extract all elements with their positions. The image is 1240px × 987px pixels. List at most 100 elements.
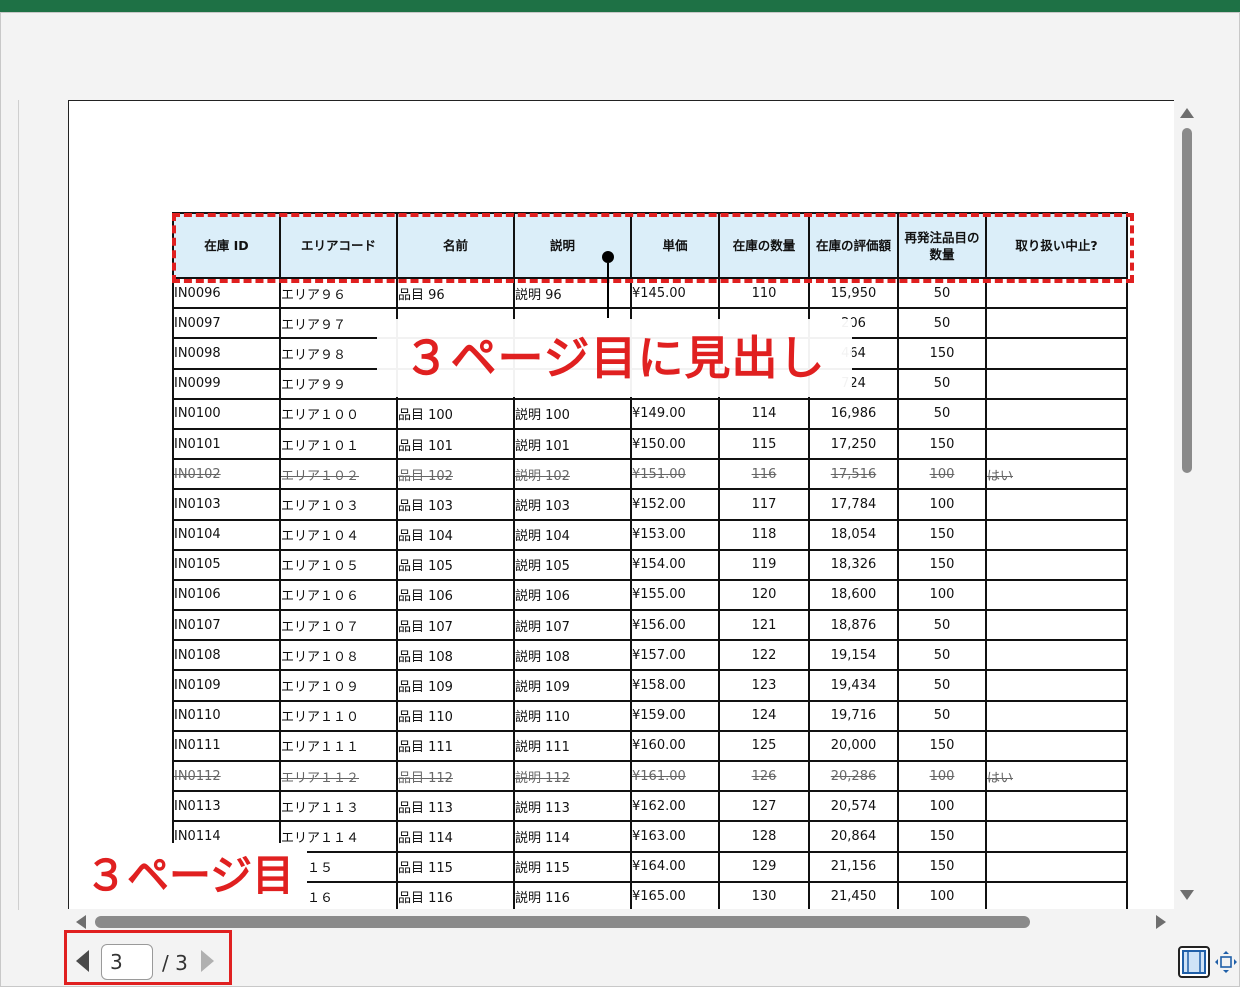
cell-item-name[interactable]: 品目 112 bbox=[396, 761, 515, 793]
cell-inventory-id[interactable]: IN0096 bbox=[172, 278, 281, 310]
horizontal-scroll-thumb[interactable] bbox=[95, 916, 1030, 928]
cell-stock-quantity[interactable]: 117 bbox=[718, 489, 810, 521]
scroll-right-arrow-icon[interactable] bbox=[1156, 915, 1166, 929]
cell-reorder-quantity[interactable]: 50 bbox=[897, 700, 987, 732]
cell-stock-quantity[interactable]: 123 bbox=[718, 670, 810, 702]
cell-reorder-quantity[interactable]: 100 bbox=[897, 791, 987, 823]
cell-stock-quantity[interactable]: 124 bbox=[718, 700, 810, 732]
cell-area-code[interactable]: エリア１０９ bbox=[279, 670, 398, 702]
cell-area-code[interactable]: エリア１０４ bbox=[279, 519, 398, 551]
cell-item-name[interactable]: 品目 113 bbox=[396, 791, 515, 823]
cell-reorder-quantity[interactable]: 150 bbox=[897, 730, 987, 763]
cell-stock-quantity[interactable]: 130 bbox=[718, 881, 810, 909]
cell-reorder-quantity[interactable]: 50 bbox=[897, 670, 987, 702]
cell-reorder-quantity[interactable]: 50 bbox=[897, 278, 987, 310]
cell-reorder-quantity[interactable]: 150 bbox=[897, 428, 987, 461]
cell-stock-quantity[interactable]: 125 bbox=[718, 730, 810, 763]
cell-stock-value[interactable]: 20,864 bbox=[808, 821, 899, 853]
cell-stock-quantity[interactable]: 128 bbox=[718, 821, 810, 853]
cell-item-name[interactable]: 品目 106 bbox=[396, 579, 515, 612]
cell-inventory-id[interactable]: IN0097 bbox=[172, 308, 281, 340]
cell-discontinued[interactable]: はい bbox=[985, 459, 1128, 491]
cell-stock-value[interactable]: 17,784 bbox=[808, 489, 899, 521]
scroll-down-arrow-icon[interactable] bbox=[1180, 890, 1194, 900]
scroll-up-arrow-icon[interactable] bbox=[1180, 108, 1194, 118]
cell-unit-price[interactable]: ¥149.00 bbox=[630, 398, 720, 430]
next-page-icon[interactable] bbox=[201, 950, 214, 972]
cell-stock-quantity[interactable]: 110 bbox=[718, 278, 810, 310]
current-page-input[interactable] bbox=[101, 944, 153, 980]
cell-area-code[interactable]: エリア１０５ bbox=[279, 549, 398, 581]
cell-unit-price[interactable]: ¥145.00 bbox=[630, 278, 720, 310]
cell-item-name[interactable]: 品目 107 bbox=[396, 610, 515, 642]
cell-description[interactable]: 説明 110 bbox=[513, 700, 632, 732]
cell-inventory-id[interactable]: IN0111 bbox=[172, 730, 281, 763]
cell-reorder-quantity[interactable]: 150 bbox=[897, 851, 987, 883]
cell-description[interactable]: 説明 109 bbox=[513, 670, 632, 702]
cell-inventory-id[interactable]: IN0104 bbox=[172, 519, 281, 551]
cell-area-code[interactable]: エリア１０７ bbox=[279, 610, 398, 642]
cell-stock-value[interactable]: 20,000 bbox=[808, 730, 899, 763]
cell-stock-quantity[interactable]: 115 bbox=[718, 428, 810, 461]
cell-inventory-id[interactable]: IN0107 bbox=[172, 610, 281, 642]
cell-discontinued[interactable] bbox=[985, 398, 1128, 430]
cell-inventory-id[interactable]: IN0098 bbox=[172, 338, 281, 370]
cell-inventory-id[interactable]: IN0113 bbox=[172, 791, 281, 823]
cell-stock-value[interactable]: 19,434 bbox=[808, 670, 899, 702]
cell-reorder-quantity[interactable]: 50 bbox=[897, 610, 987, 642]
cell-item-name[interactable]: 品目 101 bbox=[396, 428, 515, 461]
cell-area-code[interactable]: エリア１１３ bbox=[279, 791, 398, 823]
cell-discontinued[interactable] bbox=[985, 278, 1128, 310]
cell-inventory-id[interactable]: IN0108 bbox=[172, 640, 281, 672]
cell-description[interactable]: 説明 103 bbox=[513, 489, 632, 521]
cell-stock-quantity[interactable]: 122 bbox=[718, 640, 810, 672]
cell-area-code[interactable]: エリア１１０ bbox=[279, 700, 398, 732]
cell-inventory-id[interactable]: IN0109 bbox=[172, 670, 281, 702]
cell-item-name[interactable]: 品目 114 bbox=[396, 821, 515, 853]
cell-discontinued[interactable] bbox=[985, 610, 1128, 642]
cell-discontinued[interactable] bbox=[985, 368, 1128, 400]
cell-area-code[interactable]: エリア１００ bbox=[279, 398, 398, 430]
cell-description[interactable]: 説明 115 bbox=[513, 851, 632, 883]
cell-description[interactable]: 説明 96 bbox=[513, 278, 632, 310]
cell-unit-price[interactable]: ¥157.00 bbox=[630, 640, 720, 672]
cell-description[interactable]: 説明 113 bbox=[513, 791, 632, 823]
cell-discontinued[interactable] bbox=[985, 428, 1128, 461]
cell-unit-price[interactable]: ¥165.00 bbox=[630, 881, 720, 909]
cell-unit-price[interactable]: ¥155.00 bbox=[630, 579, 720, 612]
cell-description[interactable]: 説明 107 bbox=[513, 610, 632, 642]
cell-inventory-id[interactable]: IN0110 bbox=[172, 700, 281, 732]
cell-item-name[interactable]: 品目 96 bbox=[396, 278, 515, 310]
cell-stock-value[interactable]: 21,450 bbox=[808, 881, 899, 909]
cell-stock-value[interactable]: 20,286 bbox=[808, 761, 899, 793]
cell-description[interactable]: 説明 105 bbox=[513, 549, 632, 581]
cell-unit-price[interactable]: ¥160.00 bbox=[630, 730, 720, 763]
cell-stock-quantity[interactable]: 126 bbox=[718, 761, 810, 793]
cell-inventory-id[interactable]: IN0106 bbox=[172, 579, 281, 612]
cell-description[interactable]: 説明 102 bbox=[513, 459, 632, 491]
cell-item-name[interactable]: 品目 103 bbox=[396, 489, 515, 521]
cell-reorder-quantity[interactable]: 150 bbox=[897, 549, 987, 581]
cell-area-code[interactable]: エリア１０８ bbox=[279, 640, 398, 672]
cell-reorder-quantity[interactable]: 150 bbox=[897, 519, 987, 551]
cell-item-name[interactable]: 品目 116 bbox=[396, 881, 515, 909]
cell-description[interactable]: 説明 101 bbox=[513, 428, 632, 461]
cell-reorder-quantity[interactable]: 100 bbox=[897, 579, 987, 612]
cell-discontinued[interactable] bbox=[985, 730, 1128, 763]
vertical-scroll-thumb[interactable] bbox=[1182, 128, 1192, 473]
cell-discontinued[interactable] bbox=[985, 489, 1128, 521]
cell-discontinued[interactable] bbox=[985, 881, 1128, 909]
cell-item-name[interactable]: 品目 110 bbox=[396, 700, 515, 732]
cell-inventory-id[interactable]: IN0100 bbox=[172, 398, 281, 430]
cell-description[interactable]: 説明 112 bbox=[513, 761, 632, 793]
cell-discontinued[interactable] bbox=[985, 519, 1128, 551]
cell-unit-price[interactable]: ¥151.00 bbox=[630, 459, 720, 491]
cell-unit-price[interactable]: ¥161.00 bbox=[630, 761, 720, 793]
cell-area-code[interactable]: エリア１０６ bbox=[279, 579, 398, 612]
cell-unit-price[interactable]: ¥159.00 bbox=[630, 700, 720, 732]
cell-reorder-quantity[interactable]: 50 bbox=[897, 368, 987, 400]
cell-item-name[interactable]: 品目 100 bbox=[396, 398, 515, 430]
cell-stock-value[interactable]: 17,250 bbox=[808, 428, 899, 461]
cell-unit-price[interactable]: ¥152.00 bbox=[630, 489, 720, 521]
cell-discontinued[interactable] bbox=[985, 670, 1128, 702]
